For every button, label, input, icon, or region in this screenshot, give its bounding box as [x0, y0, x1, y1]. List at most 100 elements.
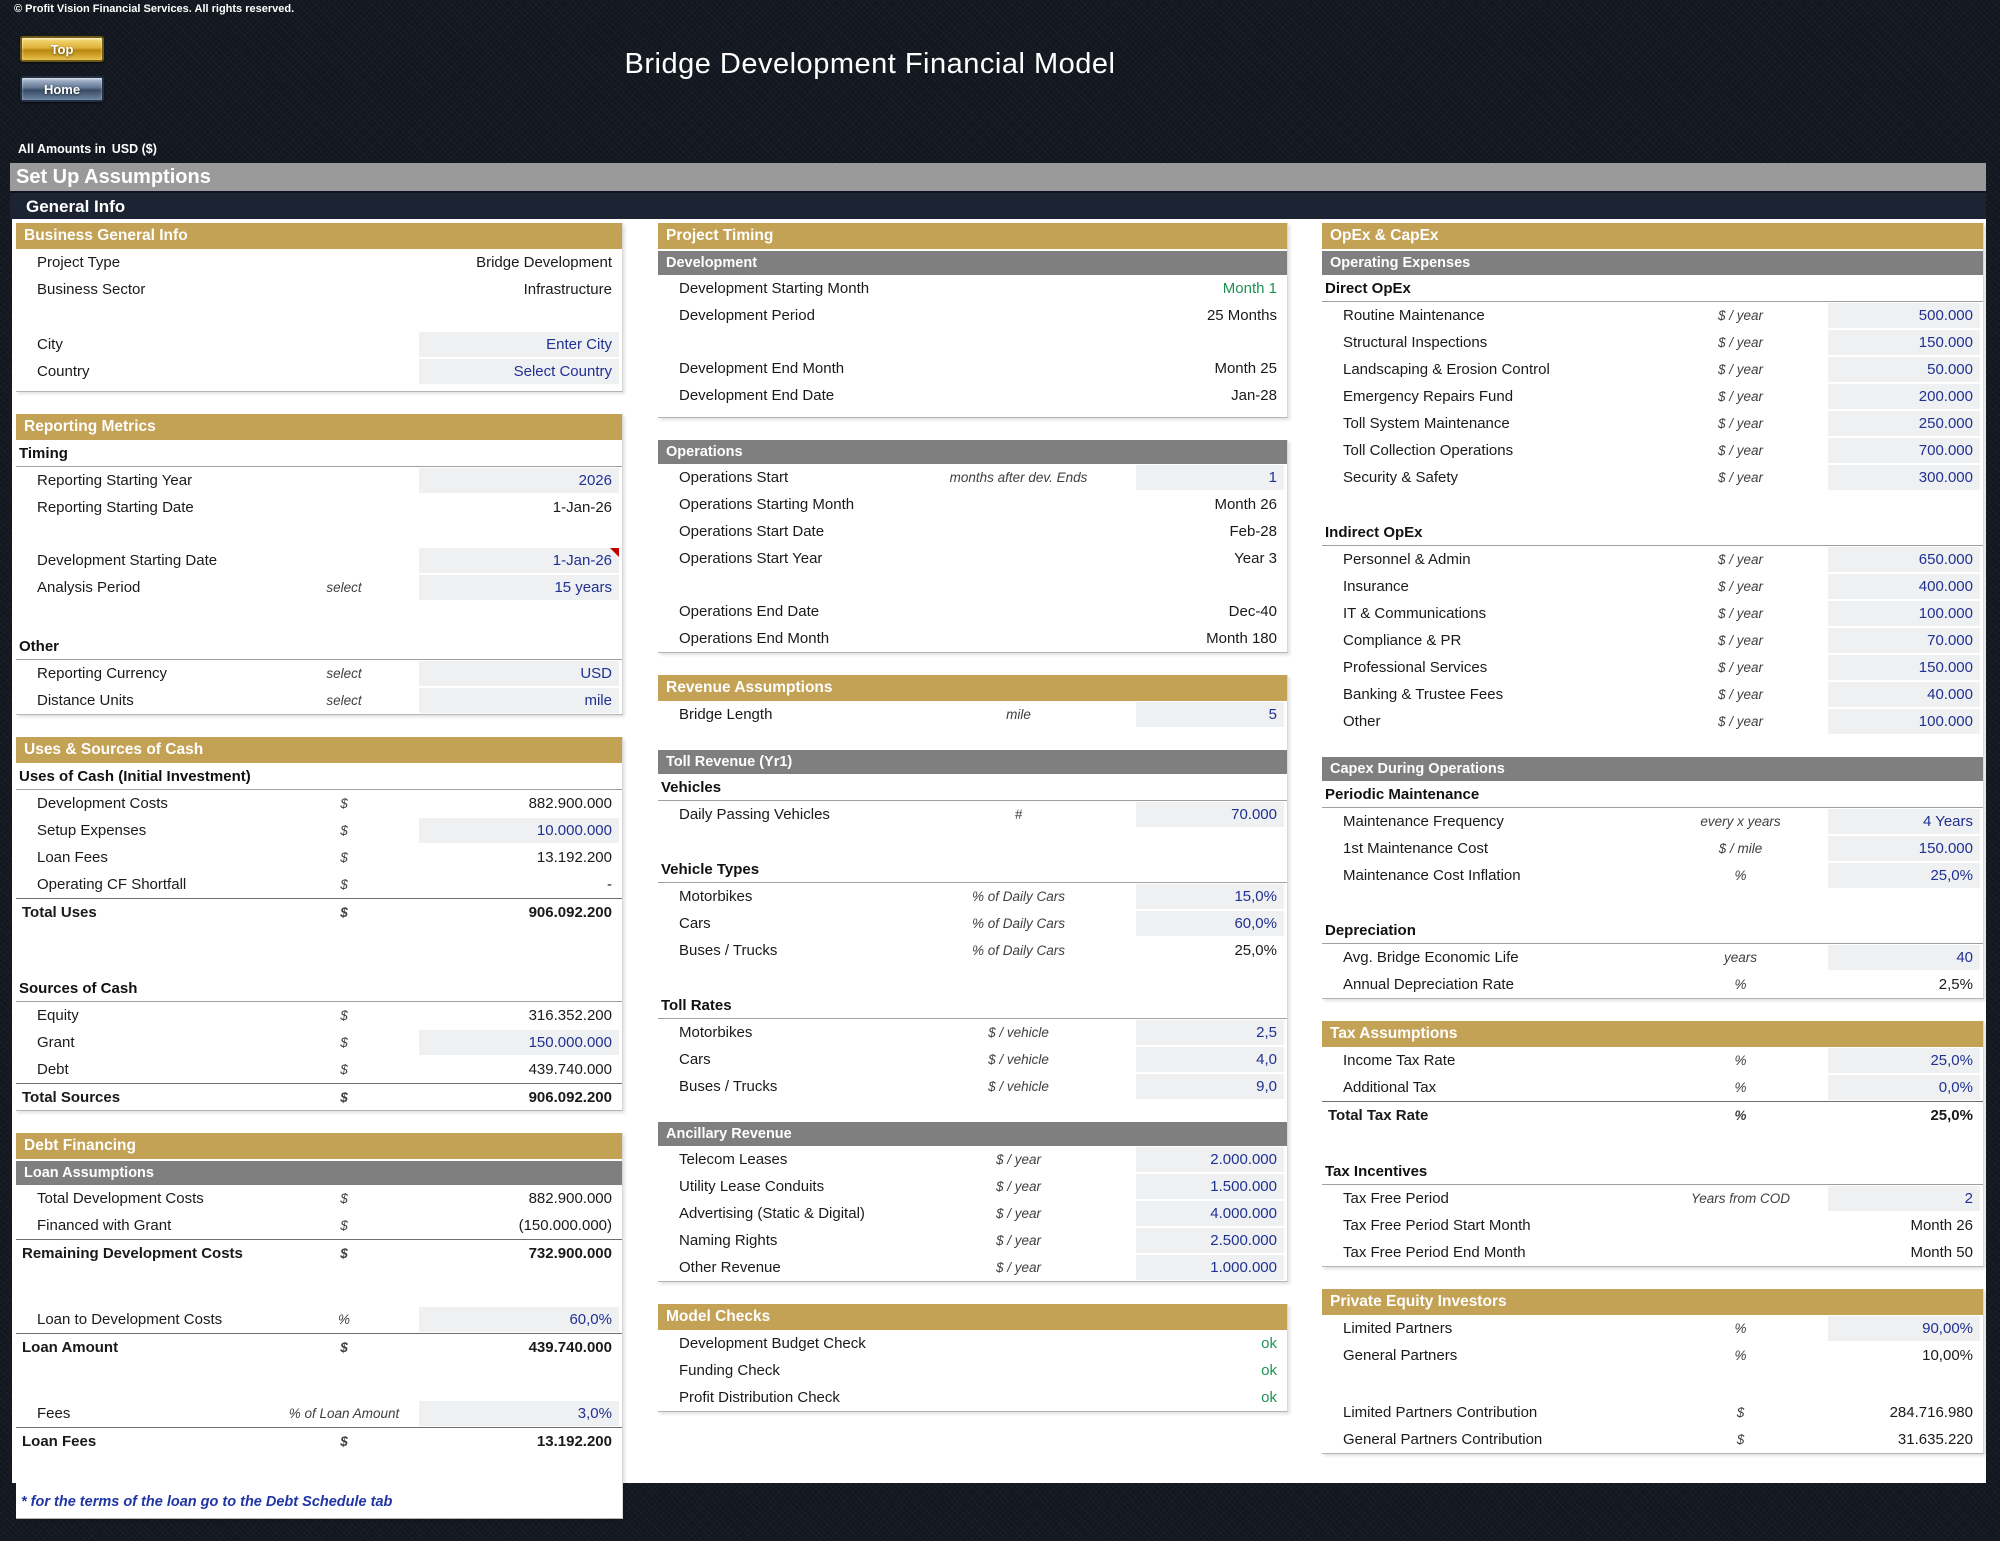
section-uses-sources-of-cash: Uses & Sources of CashUses of Cash (Init… [16, 737, 623, 1111]
input-cell[interactable]: 2.000.000 [1136, 1147, 1284, 1172]
input-cell[interactable]: 2026 [419, 468, 619, 493]
table-row: Structural Inspections$ / year150.000 [1322, 329, 1983, 356]
row-label-loan-amount: Loan Amount [19, 1339, 269, 1356]
input-cell[interactable]: 15 years [419, 575, 619, 600]
input-cell[interactable]: 5 [1136, 702, 1284, 727]
table-row: Utility Lease Conduits$ / year1.500.000 [658, 1173, 1287, 1200]
input-cell[interactable]: 700.000 [1828, 438, 1980, 463]
group-label-vehicle-types: Vehicle Types [658, 857, 1287, 883]
spacer [1322, 889, 1983, 917]
row-unit: $ [269, 796, 419, 811]
value-cell: ok [1136, 1385, 1284, 1410]
row-label-income-tax-rate: Income Tax Rate [1325, 1052, 1653, 1069]
input-cell[interactable]: 1-Jan-26 [419, 548, 619, 573]
row-unit: % [269, 1312, 419, 1327]
subsection-header-operating-expenses: Operating Expenses [1322, 251, 1983, 275]
input-cell[interactable]: 25,0% [1828, 1048, 1980, 1073]
group-label-other: Other [16, 634, 622, 660]
footnote: * for the terms of the loan go to the De… [16, 1490, 622, 1514]
table-row: Buses / Trucks$ / vehicle9,0 [658, 1073, 1287, 1100]
input-cell[interactable]: 300.000 [1828, 465, 1980, 490]
row-label-security-safety: Security & Safety [1325, 469, 1653, 486]
table-row: Operations Startmonths after dev. Ends1 [658, 464, 1287, 491]
row-label-motorbikes: Motorbikes [661, 888, 901, 905]
input-cell[interactable]: 70.000 [1136, 802, 1284, 827]
table-row: CityEnter City [16, 331, 622, 358]
input-cell[interactable]: mile [419, 688, 619, 713]
row-label-structural-inspections: Structural Inspections [1325, 334, 1653, 351]
amounts-prefix: All Amounts in [18, 142, 106, 156]
table-row: Development Period25 Months [658, 302, 1287, 329]
input-cell[interactable]: 2,5 [1136, 1020, 1284, 1045]
section-header-model-checks: Model Checks [658, 1304, 1287, 1330]
table-row: Funding Checkok [658, 1357, 1287, 1384]
spacer [16, 1454, 622, 1490]
input-cell[interactable]: 400.000 [1828, 574, 1980, 599]
table-row: Total Development Costs$882.900.000 [16, 1185, 622, 1212]
table-row: Cars% of Daily Cars60,0% [658, 910, 1287, 937]
input-cell[interactable]: 15,0% [1136, 884, 1284, 909]
table-row: Development End MonthMonth 25 [658, 355, 1287, 382]
input-cell[interactable]: 10.000.000 [419, 818, 619, 843]
row-unit: $ / mile [1653, 841, 1828, 856]
value-cell: Jan-28 [1136, 383, 1284, 408]
table-row: Compliance & PR$ / year70.000 [1322, 627, 1983, 654]
input-cell[interactable]: 60,0% [1136, 911, 1284, 936]
input-cell[interactable]: 500.000 [1828, 303, 1980, 328]
value-cell: - [419, 872, 619, 897]
row-label-grant: Grant [19, 1034, 269, 1051]
row-unit: $ / year [1653, 633, 1828, 648]
input-cell[interactable]: 100.000 [1828, 709, 1980, 734]
input-cell[interactable]: 4 Years [1828, 809, 1980, 834]
input-cell[interactable]: 50.000 [1828, 357, 1980, 382]
input-cell[interactable]: 100.000 [1828, 601, 1980, 626]
table-row: Security & Safety$ / year300.000 [1322, 464, 1983, 491]
input-cell[interactable]: 150.000.000 [419, 1030, 619, 1055]
spacer [658, 964, 1287, 992]
input-cell[interactable]: 150.000 [1828, 330, 1980, 355]
input-cell[interactable]: 3,0% [419, 1401, 619, 1426]
input-cell[interactable]: 40.000 [1828, 682, 1980, 707]
input-cell[interactable]: Select Country [419, 359, 619, 384]
input-cell[interactable]: 150.000 [1828, 836, 1980, 861]
table-row: Bridge Lengthmile5 [658, 701, 1287, 728]
row-label-limited-partners: Limited Partners [1325, 1320, 1653, 1337]
input-cell[interactable]: 1.000.000 [1136, 1255, 1284, 1280]
input-cell[interactable]: 40 [1828, 945, 1980, 970]
row-unit: % [1653, 1053, 1828, 1068]
input-cell[interactable]: 70.000 [1828, 628, 1980, 653]
group-label-periodic-maintenance: Periodic Maintenance [1322, 782, 1983, 808]
input-cell[interactable]: 200.000 [1828, 384, 1980, 409]
input-cell[interactable]: 4.000.000 [1136, 1201, 1284, 1226]
value-cell: Month 26 [1828, 1213, 1980, 1238]
row-label-routine-maintenance: Routine Maintenance [1325, 307, 1653, 324]
row-label-operations-start: Operations Start [661, 469, 901, 486]
input-cell[interactable]: 25,0% [1828, 863, 1980, 888]
input-cell[interactable]: 1 [1136, 465, 1284, 490]
input-cell[interactable]: 0,0% [1828, 1075, 1980, 1100]
group-label-timing: Timing [16, 441, 622, 467]
input-cell[interactable]: 4,0 [1136, 1047, 1284, 1072]
input-cell[interactable]: 90,00% [1828, 1316, 1980, 1341]
row-unit: $ / year [901, 1233, 1136, 1248]
row-unit: Years from COD [1653, 1191, 1828, 1206]
input-cell[interactable]: 650.000 [1828, 547, 1980, 572]
input-cell[interactable]: Enter City [419, 332, 619, 357]
section-header-private-equity-investors: Private Equity Investors [1322, 1289, 1983, 1315]
row-label-telecom-leases: Telecom Leases [661, 1151, 901, 1168]
row-label-project-type: Project Type [19, 254, 269, 271]
input-cell[interactable]: 2.500.000 [1136, 1228, 1284, 1253]
input-cell[interactable]: 2 [1828, 1186, 1980, 1211]
input-cell[interactable]: 250.000 [1828, 411, 1980, 436]
row-label-general-partners: General Partners [1325, 1347, 1653, 1364]
input-cell[interactable]: USD [419, 661, 619, 686]
input-cell[interactable]: 1.500.000 [1136, 1174, 1284, 1199]
row-label-limited-partners-contribution: Limited Partners Contribution [1325, 1404, 1653, 1421]
input-cell[interactable]: 9,0 [1136, 1074, 1284, 1099]
input-cell[interactable]: 60,0% [419, 1307, 619, 1332]
input-cell[interactable]: 150.000 [1828, 655, 1980, 680]
row-unit: $ / year [901, 1179, 1136, 1194]
table-row: Distance Unitsselectmile [16, 687, 622, 714]
value-cell: Month 1 [1136, 276, 1284, 301]
group-label-tax-incentives: Tax Incentives [1322, 1159, 1983, 1185]
